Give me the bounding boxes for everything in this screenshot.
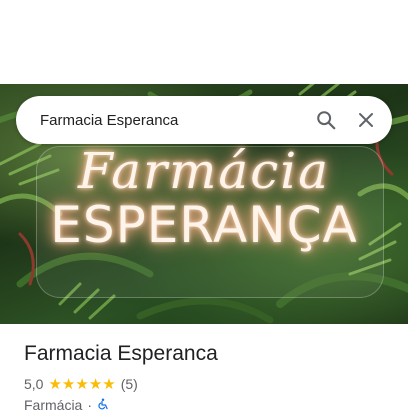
separator-dot: · [87, 397, 93, 413]
rating-row[interactable]: 5,0 ★ ★ ★ ★ ★ (5) [24, 376, 138, 392]
review-count[interactable]: (5) [121, 376, 138, 392]
search-input[interactable]: Farmacia Esperanca [40, 112, 306, 129]
place-category: Farmácia [24, 397, 83, 413]
search-bar[interactable]: Farmacia Esperanca [16, 96, 392, 144]
star-icon: ★ [88, 375, 103, 393]
neon-sign-script-text: Farmácia [77, 142, 331, 200]
search-icon[interactable] [306, 100, 346, 140]
wheelchair-icon [97, 397, 109, 413]
star-icon: ★ [75, 375, 89, 393]
star-icon: ★ [48, 375, 62, 393]
rating-stars: ★ ★ ★ ★ ★ [48, 377, 115, 392]
neon-sign-block-text: ESPERANÇA [50, 196, 358, 254]
close-icon[interactable] [346, 100, 386, 140]
rating-value: 5,0 [24, 376, 44, 392]
place-name[interactable]: Farmacia Esperanca [24, 342, 218, 366]
category-row: Farmácia · [24, 397, 109, 413]
blank-top-area [0, 0, 408, 84]
star-icon: ★ [61, 375, 76, 393]
star-icon: ★ [102, 375, 116, 393]
